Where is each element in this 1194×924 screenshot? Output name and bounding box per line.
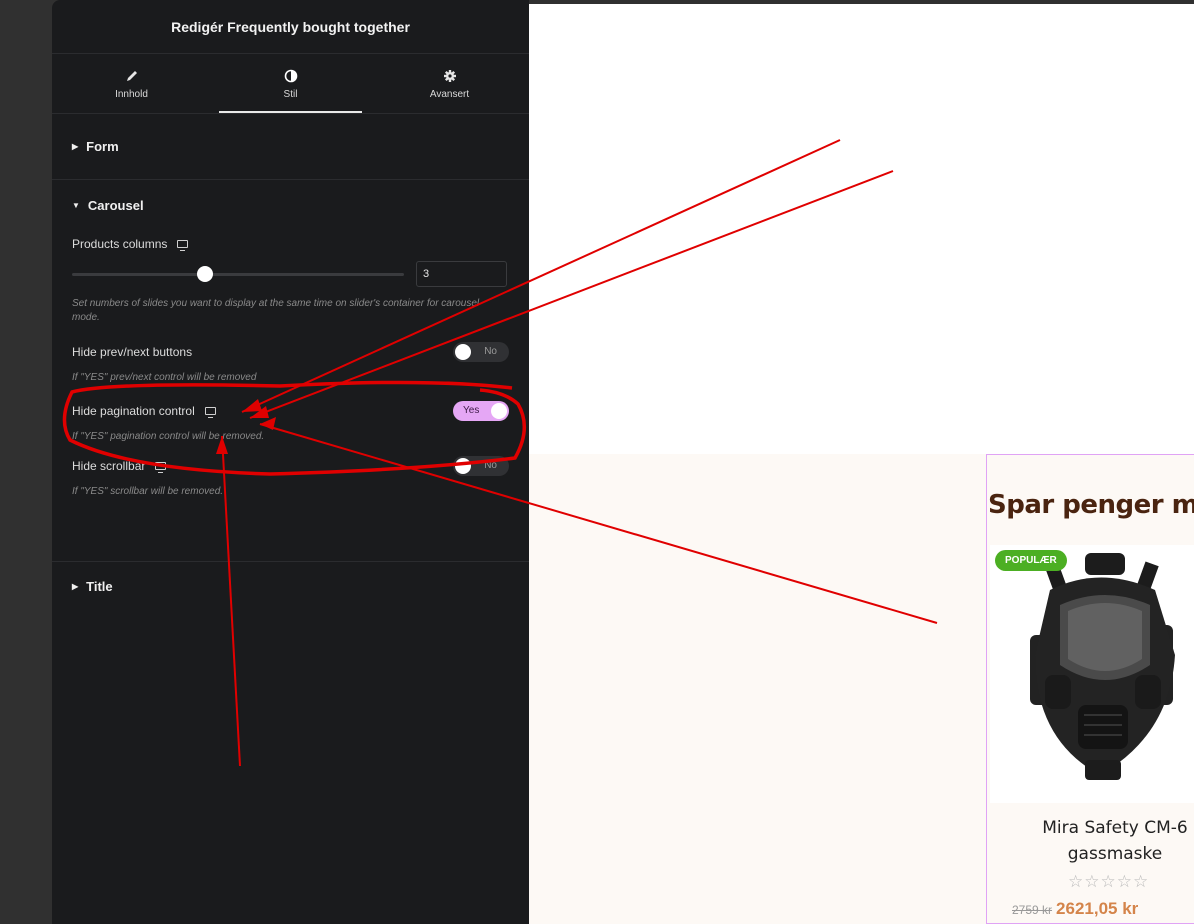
toggle-knob [455,344,471,360]
tab-avansert[interactable]: Avansert [370,54,529,113]
products-columns-input[interactable]: 3 [416,261,507,287]
hide-scrollbar-row: Hide scrollbar No [72,456,509,476]
toggle-state: No [484,460,497,471]
product-name[interactable]: Mira Safety CM-6 gassmaske [1000,815,1194,867]
control-label: Hide scrollbar [72,459,146,473]
section-label: Carousel [87,198,144,213]
toggle-state: Yes [463,405,480,416]
product-card[interactable] [990,545,1194,803]
control-label: Products columns [72,237,168,251]
gear-icon [443,68,457,84]
tab-stil[interactable]: Stil [211,54,370,113]
hide-prev-next-toggle[interactable]: No [453,342,509,362]
desktop-icon[interactable] [155,462,167,473]
products-columns-slider-row: 3 [72,261,509,287]
pencil-icon [125,68,139,84]
gas-mask-image [1030,553,1175,780]
tab-label: Innhold [115,88,148,100]
preview-canvas-top [529,4,1194,454]
editor-panel: Redigér Frequently bought together Innho… [52,0,529,924]
products-columns-hint: Set numbers of slides you want to displa… [72,298,480,323]
section-carousel: ▼ Carousel Products columns 3 Set number… [52,180,529,562]
slider-thumb[interactable] [196,265,213,282]
section-form[interactable]: ▶ Form [52,114,529,180]
hide-prev-next-hint: If "YES" prev/next control will be remov… [72,372,257,383]
hide-pagination-toggle[interactable]: Yes [453,401,509,421]
control-label: Hide pagination control [72,404,195,418]
hide-scrollbar-hint: If "YES" scrollbar will be removed. [72,486,224,497]
hide-scrollbar-toggle[interactable]: No [453,456,509,476]
promo-heading: Spar penger m [988,490,1194,520]
tab-innhold[interactable]: Innhold [52,54,211,113]
tab-label: Avansert [429,88,470,100]
desktop-icon[interactable] [177,240,189,251]
products-columns-slider[interactable] [72,265,404,282]
control-label: Hide prev/next buttons [72,345,193,359]
panel-title: Redigér Frequently bought together [52,0,529,54]
toggle-knob [491,403,507,419]
product-price: 2759 kr 2621,05 kr [1012,899,1138,919]
desktop-icon[interactable] [204,407,216,418]
hide-pagination-row: Hide pagination control Yes [72,401,509,421]
caret-down-icon: ▼ [72,201,80,210]
tab-bar: Innhold Stil Avansert [52,54,529,114]
hide-pagination-label: Hide pagination control [72,404,216,418]
old-price: 2759 kr [1012,903,1053,917]
rating-stars: ☆☆☆☆☆ [1068,872,1150,891]
new-price: 2621,05 kr [1056,899,1139,918]
caret-right-icon: ▶ [72,142,79,151]
section-carousel-header[interactable]: ▼ Carousel [72,198,509,213]
hide-prev-next-row: Hide prev/next buttons No [72,342,509,362]
section-label: Form [86,139,119,154]
popular-badge: POPULÆR [995,550,1067,571]
section-title[interactable]: ▶ Title [52,562,529,610]
product-name-line: Mira Safety CM-6 [1042,818,1188,838]
tab-label: Stil [283,88,298,100]
hide-pagination-hint: If "YES" pagination control will be remo… [72,431,265,442]
section-label: Title [86,578,113,594]
toggle-state: No [484,346,497,357]
hide-scrollbar-label: Hide scrollbar [72,459,167,473]
caret-right-icon: ▶ [72,581,79,591]
product-name-line: gassmaske [1067,844,1163,864]
products-columns-label: Products columns [72,237,509,251]
contrast-icon [284,68,298,84]
toggle-knob [455,458,471,474]
